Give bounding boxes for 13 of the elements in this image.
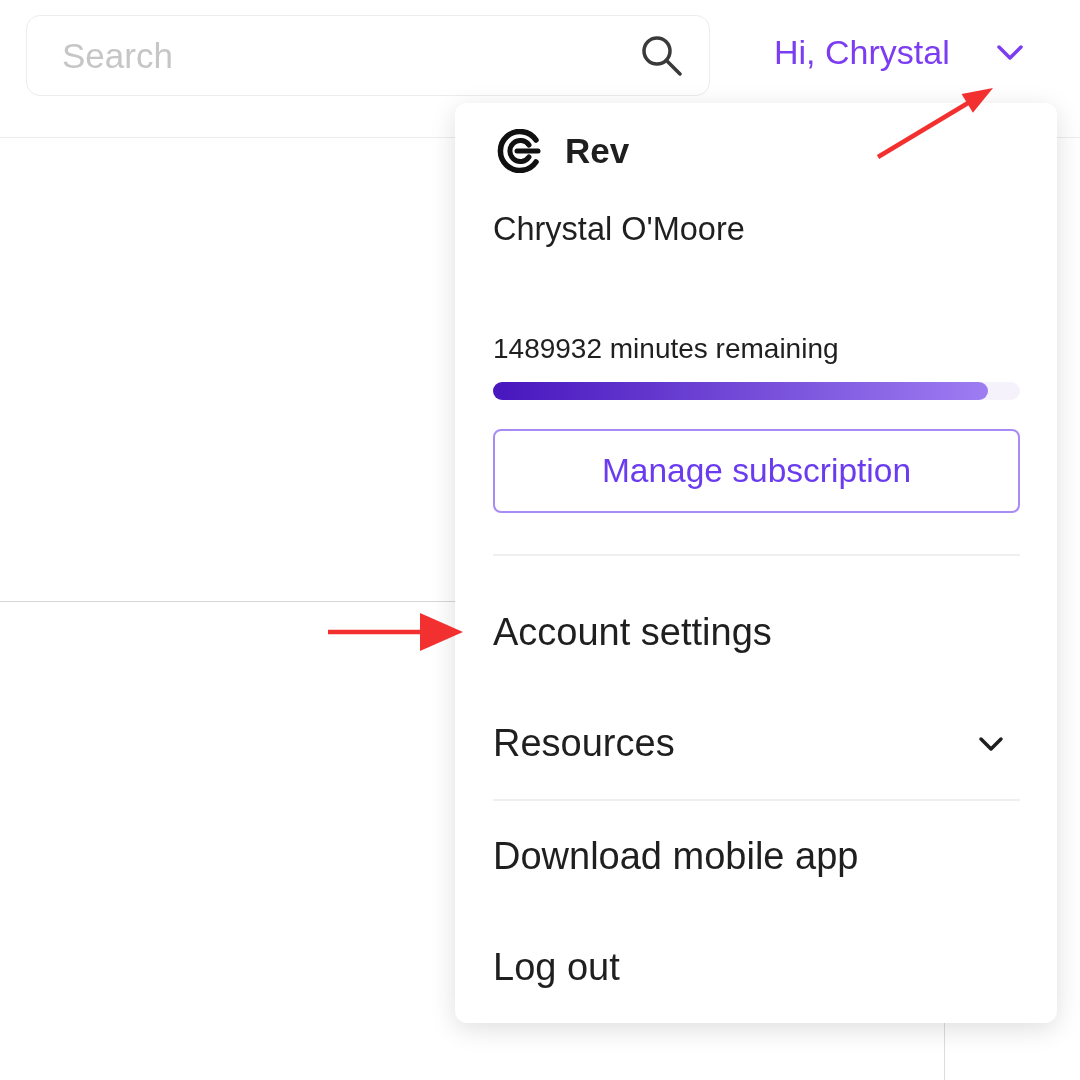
minutes-remaining-text: 1489932 minutes remaining [493, 333, 840, 365]
brand-name: Rev [565, 130, 630, 172]
user-menu-button[interactable]: Hi, Chrystal [774, 27, 1024, 78]
menu-item[interactable]: Download mobile app [493, 801, 1020, 912]
search-field[interactable]: Search [26, 15, 710, 96]
menu-item[interactable]: Account settings [493, 577, 1020, 688]
chevron-down-icon [978, 735, 1004, 752]
menu-item[interactable]: Log out [493, 912, 1020, 1023]
menu-item[interactable]: Resources [493, 688, 1020, 799]
search-icon [640, 34, 682, 76]
chevron-down-icon [995, 44, 1024, 61]
manage-subscription-button[interactable]: Manage subscription [493, 429, 1020, 513]
user-name: Chrystal O'Moore [493, 211, 746, 247]
